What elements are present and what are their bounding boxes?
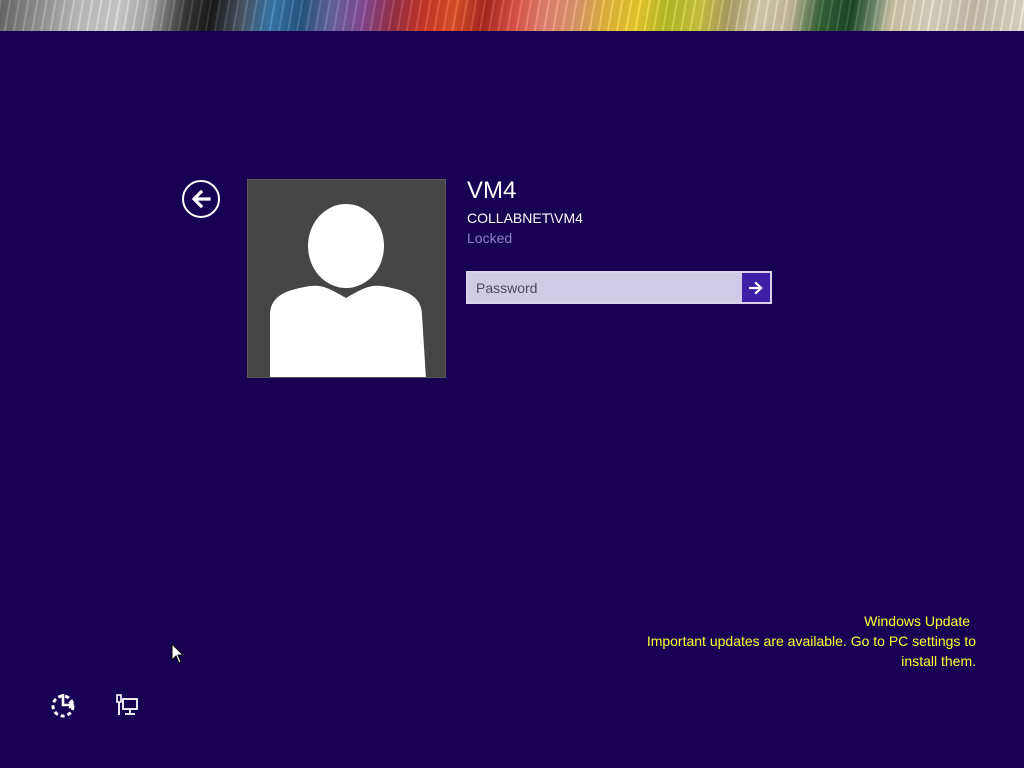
ease-of-access-icon [51, 694, 75, 718]
update-notification[interactable]: Windows Update Important updates are ava… [647, 611, 976, 671]
user-avatar [247, 179, 446, 378]
arrow-left-icon [191, 189, 211, 209]
ease-of-access-button[interactable] [49, 692, 77, 720]
network-button[interactable] [114, 693, 140, 719]
back-button[interactable] [182, 180, 220, 218]
network-icon [116, 694, 138, 715]
submit-button[interactable] [742, 273, 770, 302]
notification-title: Windows Update [864, 613, 970, 629]
user-status: Locked [467, 230, 513, 246]
user-name: VM4 [467, 177, 517, 204]
lock-screen: VM4 COLLABNET\VM4 Locked Windows Update … [0, 0, 1024, 768]
arrow-right-icon [749, 280, 763, 295]
password-field-container [466, 271, 772, 304]
mouse-pointer-icon [171, 643, 185, 664]
default-user-icon [270, 204, 426, 377]
notification-message-continued: install them. [901, 653, 976, 669]
wallpaper-banner [0, 0, 1024, 31]
notification-message: Important updates are available. Go to P… [646, 633, 976, 649]
password-input[interactable] [468, 273, 742, 302]
user-account: COLLABNET\VM4 [467, 210, 583, 226]
